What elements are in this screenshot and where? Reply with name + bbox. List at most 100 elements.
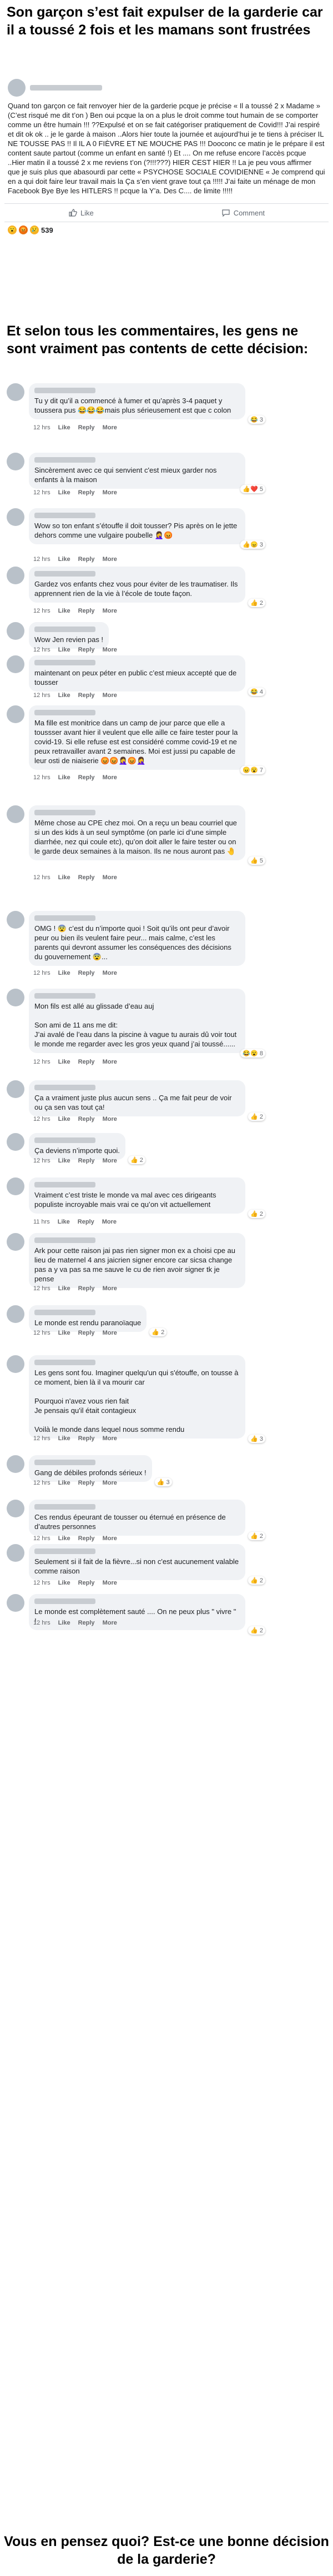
comment-avatar[interactable] bbox=[7, 453, 24, 470]
comment-author-blurred[interactable] bbox=[34, 1182, 95, 1187]
comment-author-blurred[interactable] bbox=[34, 1137, 95, 1143]
comment-avatar[interactable] bbox=[7, 1455, 24, 1473]
comment-more-link[interactable]: More bbox=[102, 1219, 117, 1225]
comment-reply-link[interactable]: Reply bbox=[78, 970, 95, 976]
comment-author-blurred[interactable] bbox=[34, 660, 95, 665]
comment-avatar[interactable] bbox=[7, 1500, 24, 1517]
comment-like-link[interactable]: Like bbox=[58, 1535, 70, 1542]
comment-like-link[interactable]: Like bbox=[58, 774, 70, 781]
comment-like-link[interactable]: Like bbox=[58, 1157, 70, 1164]
comment-more-link[interactable]: More bbox=[103, 1620, 117, 1626]
comment-avatar[interactable] bbox=[7, 655, 24, 673]
comment-avatar[interactable] bbox=[7, 989, 24, 1006]
comment-reply-link[interactable]: Reply bbox=[78, 556, 95, 563]
comment-like-link[interactable]: Like bbox=[58, 692, 70, 699]
comment-reactions[interactable]: 👍 2 bbox=[248, 1210, 265, 1218]
comment-like-link[interactable]: Like bbox=[58, 1580, 70, 1586]
comment-author-blurred[interactable] bbox=[34, 1548, 95, 1554]
comment-avatar[interactable] bbox=[7, 508, 24, 526]
comment-author-blurred[interactable] bbox=[34, 513, 95, 518]
comment-like-link[interactable]: Like bbox=[58, 970, 70, 976]
comment-author-blurred[interactable] bbox=[34, 1360, 95, 1365]
comment-more-link[interactable]: More bbox=[103, 1330, 117, 1336]
comment-reply-link[interactable]: Reply bbox=[78, 1059, 95, 1065]
comment-reactions[interactable]: 👍❤️ 5 bbox=[240, 485, 265, 493]
comment-reactions[interactable]: 👍 3 bbox=[248, 1435, 265, 1443]
comment-reactions[interactable]: 👍😠 3 bbox=[240, 540, 265, 549]
comment-like-link[interactable]: Like bbox=[58, 646, 70, 653]
comment-reply-link[interactable]: Reply bbox=[78, 1330, 95, 1336]
comment-like-link[interactable]: Like bbox=[58, 608, 70, 614]
comment-like-link[interactable]: Like bbox=[58, 1059, 70, 1065]
comment-more-link[interactable]: More bbox=[103, 1116, 117, 1122]
comment-like-link[interactable]: Like bbox=[58, 1116, 70, 1122]
comment-author-blurred[interactable] bbox=[34, 915, 95, 921]
comment-avatar[interactable] bbox=[7, 1080, 24, 1098]
comment-reply-link[interactable]: Reply bbox=[78, 774, 95, 781]
comment-like-link[interactable]: Like bbox=[58, 489, 70, 496]
comment-avatar[interactable] bbox=[7, 1177, 24, 1195]
comment-author-blurred[interactable] bbox=[34, 627, 95, 632]
comment-author-blurred[interactable] bbox=[34, 571, 95, 577]
comment-reply-link[interactable]: Reply bbox=[78, 1285, 95, 1292]
comment-like-link[interactable]: Like bbox=[58, 1435, 70, 1442]
comment-more-link[interactable]: More bbox=[103, 556, 117, 563]
comment-author-blurred[interactable] bbox=[34, 1237, 95, 1243]
comment-like-link[interactable]: Like bbox=[58, 1480, 70, 1486]
comment-avatar[interactable] bbox=[7, 705, 24, 723]
comment-like-link[interactable]: Like bbox=[58, 424, 70, 431]
comment-reply-link[interactable]: Reply bbox=[78, 874, 95, 881]
comment-reactions[interactable]: 👍 2 bbox=[248, 1112, 265, 1121]
comment-button[interactable]: Comment bbox=[221, 208, 265, 217]
comment-reactions[interactable]: 👍 2 bbox=[248, 599, 265, 607]
comment-more-link[interactable]: More bbox=[103, 1480, 117, 1486]
comment-more-link[interactable]: More bbox=[103, 1435, 117, 1442]
comment-more-link[interactable]: More bbox=[103, 646, 117, 653]
comment-avatar[interactable] bbox=[7, 622, 24, 640]
comment-avatar[interactable] bbox=[7, 383, 24, 401]
comment-more-link[interactable]: More bbox=[103, 1059, 117, 1065]
comment-avatar[interactable] bbox=[7, 805, 24, 823]
comment-more-link[interactable]: More bbox=[103, 1157, 117, 1164]
comment-avatar[interactable] bbox=[7, 1233, 24, 1251]
comment-reply-link[interactable]: Reply bbox=[78, 646, 95, 653]
comment-reply-link[interactable]: Reply bbox=[78, 1435, 95, 1442]
comment-author-blurred[interactable] bbox=[34, 388, 95, 393]
comment-reply-link[interactable]: Reply bbox=[78, 1620, 95, 1626]
comment-reactions[interactable]: 👍 2 bbox=[149, 1328, 167, 1336]
comment-reactions[interactable]: 😂 3 bbox=[248, 415, 265, 424]
comment-author-blurred[interactable] bbox=[34, 1504, 95, 1510]
comment-like-link[interactable]: Like bbox=[58, 1219, 70, 1225]
comment-like-link[interactable]: Like bbox=[58, 1330, 70, 1336]
comment-reply-link[interactable]: Reply bbox=[78, 1219, 94, 1225]
comment-avatar[interactable] bbox=[7, 567, 24, 584]
comment-reactions[interactable]: 😂😮 8 bbox=[240, 1049, 265, 1058]
comment-reactions[interactable]: 👍 2 bbox=[248, 1626, 265, 1635]
comment-reply-link[interactable]: Reply bbox=[78, 1535, 95, 1542]
comment-more-link[interactable]: More bbox=[103, 1535, 117, 1542]
comment-reply-link[interactable]: Reply bbox=[78, 608, 95, 614]
comment-avatar[interactable] bbox=[7, 1305, 24, 1323]
comment-more-link[interactable]: More bbox=[103, 774, 117, 781]
comment-reactions[interactable]: 😠😮 7 bbox=[240, 766, 265, 774]
comment-reply-link[interactable]: Reply bbox=[78, 489, 95, 496]
comment-reactions[interactable]: 😂 4 bbox=[248, 688, 265, 696]
comment-reply-link[interactable]: Reply bbox=[78, 1116, 95, 1122]
comment-reply-link[interactable]: Reply bbox=[78, 1157, 95, 1164]
comment-more-link[interactable]: More bbox=[103, 692, 117, 699]
comment-more-link[interactable]: More bbox=[103, 424, 117, 431]
comment-more-link[interactable]: More bbox=[103, 1580, 117, 1586]
comment-reply-link[interactable]: Reply bbox=[78, 1580, 95, 1586]
comment-like-link[interactable]: Like bbox=[58, 1620, 70, 1626]
comment-reply-link[interactable]: Reply bbox=[78, 424, 95, 431]
comment-avatar[interactable] bbox=[7, 1594, 24, 1612]
comment-author-blurred[interactable] bbox=[34, 1310, 95, 1315]
comment-like-link[interactable]: Like bbox=[58, 556, 70, 563]
comment-avatar[interactable] bbox=[7, 1133, 24, 1151]
comment-reply-link[interactable]: Reply bbox=[78, 692, 95, 699]
comment-like-link[interactable]: Like bbox=[58, 1285, 70, 1292]
comment-reactions[interactable]: 👍 2 bbox=[248, 1532, 265, 1540]
comment-more-link[interactable]: More bbox=[103, 608, 117, 614]
comment-author-blurred[interactable] bbox=[34, 1460, 95, 1465]
comment-author-blurred[interactable] bbox=[34, 810, 95, 815]
